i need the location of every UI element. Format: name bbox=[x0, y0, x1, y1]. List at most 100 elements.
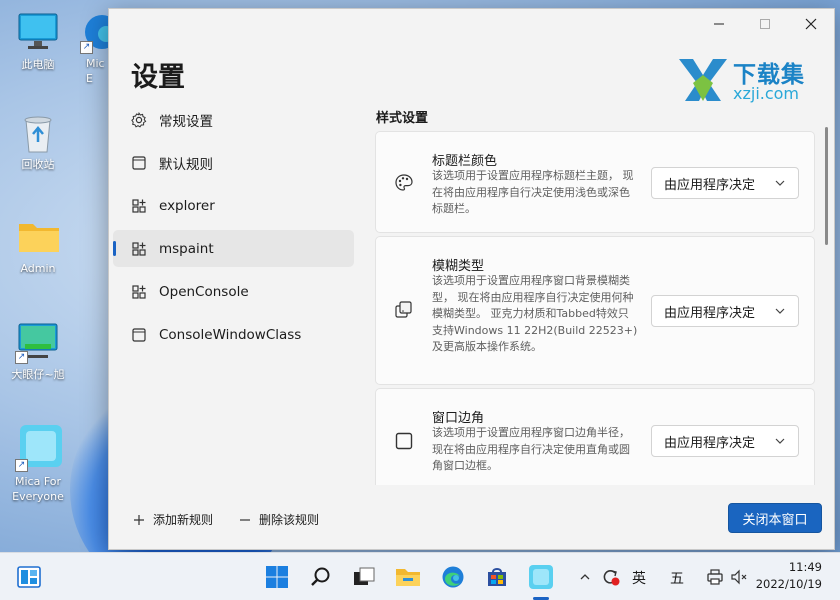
settings-window: 设置 下载集 xzji.com 常规设置 默认规则 explorer mspai… bbox=[108, 8, 835, 550]
setting-title: 模糊类型 bbox=[432, 259, 485, 274]
system-clock[interactable]: 11:49 2022/10/19 bbox=[756, 559, 822, 593]
setting-card-blur-type: 模糊类型 该选项用于设置应用程序窗口背景模糊类型， 现在将由应用程序自行决定使用… bbox=[375, 236, 815, 385]
sidebar-item-label: OpenConsole bbox=[159, 283, 249, 300]
setting-card-titlebar-color: 标题栏颜色 该选项用于设置应用程序标题栏主题， 现在将由应用程序自行决定使用浅色… bbox=[375, 131, 815, 233]
mica-app-icon bbox=[529, 565, 553, 589]
desktop-icon-shortcut-monitor[interactable]: ↗ 大眼仔~旭 bbox=[5, 322, 71, 382]
chevron-up-icon bbox=[580, 574, 590, 580]
close-icon bbox=[805, 18, 817, 30]
section-title: 样式设置 bbox=[376, 111, 429, 126]
shortcut-arrow-icon: ↗ bbox=[15, 459, 28, 472]
ime-mode-indicator[interactable]: 五 bbox=[670, 568, 684, 588]
widgets-button[interactable] bbox=[14, 562, 44, 592]
task-view-button[interactable] bbox=[349, 562, 379, 592]
desktop-icon-label: 回收站 bbox=[21, 158, 55, 171]
desktop-icon-label: Admin bbox=[20, 262, 56, 275]
taskbar: 英 五 11:49 2022/10/19 bbox=[0, 552, 840, 600]
window-caption-buttons bbox=[696, 9, 834, 39]
window-corner-select[interactable]: 由应用程序决定 bbox=[651, 425, 799, 457]
sidebar-item-label: 常规设置 bbox=[159, 113, 213, 130]
page-title: 设置 bbox=[131, 62, 185, 93]
clock-date: 2022/10/19 bbox=[755, 577, 822, 591]
sidebar-item-label: mspaint bbox=[159, 240, 214, 257]
edge-button[interactable] bbox=[438, 562, 468, 592]
store-button[interactable] bbox=[482, 562, 512, 592]
file-explorer-button[interactable] bbox=[393, 562, 423, 592]
sidebar-item-default-rule[interactable]: 默认规则 bbox=[113, 144, 354, 181]
close-window-button[interactable]: 关闭本窗口 bbox=[728, 503, 822, 533]
close-button[interactable] bbox=[788, 9, 834, 39]
folder-icon bbox=[17, 218, 59, 258]
blur-type-select[interactable]: 由应用程序决定 bbox=[651, 295, 799, 327]
desktop-icon-label: Mica For Everyone bbox=[12, 475, 64, 503]
window-icon bbox=[131, 327, 147, 343]
minimize-icon bbox=[714, 23, 724, 25]
corner-square-icon bbox=[393, 430, 415, 452]
volume-button[interactable] bbox=[727, 562, 751, 592]
select-value: 由应用程序决定 bbox=[664, 435, 756, 451]
select-value: 由应用程序决定 bbox=[664, 305, 756, 321]
printer-icon bbox=[707, 569, 723, 585]
rule-actions: 添加新规则 删除该规则 bbox=[133, 511, 319, 528]
desktop-icon-admin[interactable]: Admin bbox=[5, 218, 71, 275]
watermark-logo-icon bbox=[679, 59, 727, 101]
content-scrollbar[interactable] bbox=[825, 127, 828, 245]
sidebar-item-label: explorer bbox=[159, 197, 215, 214]
sidebar-item-general[interactable]: 常规设置 bbox=[113, 101, 354, 138]
desktop-icon-recycle-bin[interactable]: 回收站 bbox=[5, 112, 71, 172]
desktop-icon-label: 大眼仔~旭 bbox=[11, 368, 65, 381]
sidebar-item-mspaint[interactable]: mspaint bbox=[113, 230, 354, 267]
delete-rule-button[interactable]: 删除该规则 bbox=[239, 511, 319, 528]
show-hidden-icons-button[interactable] bbox=[573, 562, 597, 592]
app-icon bbox=[131, 241, 147, 257]
desktop-icon-this-pc[interactable]: 此电脑 bbox=[5, 12, 71, 72]
monitor-icon bbox=[17, 12, 59, 52]
window-icon bbox=[131, 155, 147, 171]
site-watermark: 下载集 xzji.com bbox=[675, 53, 825, 107]
search-button[interactable] bbox=[306, 562, 336, 592]
recycle-bin-icon bbox=[17, 112, 59, 153]
search-icon bbox=[311, 567, 330, 586]
sidebar-item-explorer[interactable]: explorer bbox=[113, 187, 354, 224]
ime-language-indicator[interactable]: 英 bbox=[632, 568, 646, 588]
maximize-button[interactable] bbox=[742, 9, 788, 39]
plus-icon bbox=[134, 514, 144, 525]
shortcut-arrow-icon: ↗ bbox=[80, 41, 93, 54]
desktop-icon-label: 此电脑 bbox=[21, 58, 55, 71]
tray-device-button[interactable] bbox=[704, 562, 726, 592]
setting-title: 标题栏颜色 bbox=[432, 154, 498, 169]
mica-taskbar-button[interactable] bbox=[526, 562, 556, 592]
watermark-url: xzji.com bbox=[733, 84, 800, 103]
windows-logo-icon bbox=[266, 566, 288, 588]
sidebar-item-openconsole[interactable]: OpenConsole bbox=[113, 273, 354, 310]
start-button[interactable] bbox=[262, 562, 292, 592]
setting-title: 窗口边角 bbox=[432, 411, 485, 426]
shortcut-arrow-icon: ↗ bbox=[15, 351, 28, 364]
maximize-icon bbox=[760, 19, 770, 29]
mica-app-icon: ↗ bbox=[15, 422, 62, 472]
speaker-muted-icon bbox=[731, 569, 747, 585]
setting-description: 该选项用于设置应用程序窗口边角半径， 现在将由应用程序自行决定使用直角或圆角窗口… bbox=[432, 426, 630, 472]
edge-icon bbox=[442, 566, 464, 588]
tray-refresh-icon bbox=[603, 570, 620, 586]
settings-content: 样式设置 标题栏颜色 该选项用于设置应用程序标题栏主题， 现在将由应用程序自行决… bbox=[375, 105, 818, 485]
minus-icon bbox=[240, 518, 251, 521]
setting-description: 该选项用于设置应用程序标题栏主题， 现在将由应用程序自行决定使用浅色或深色标题栏… bbox=[432, 169, 634, 215]
minimize-button[interactable] bbox=[696, 9, 742, 39]
tray-app-button[interactable] bbox=[598, 562, 624, 592]
setting-card-window-corner: 窗口边角 该选项用于设置应用程序窗口边角半径， 现在将由应用程序自行决定使用直角… bbox=[375, 388, 815, 485]
add-rule-button[interactable]: 添加新规则 bbox=[133, 511, 213, 528]
sidebar-item-label: 默认规则 bbox=[159, 156, 213, 173]
desktop-icon-mica[interactable]: ↗ Mica For Everyone bbox=[5, 422, 71, 504]
sidebar-item-consolewindowclass[interactable]: ConsoleWindowClass bbox=[113, 316, 354, 353]
blur-layers-icon bbox=[393, 299, 415, 321]
monitor-shortcut-icon: ↗ bbox=[15, 322, 59, 364]
delete-rule-label: 删除该规则 bbox=[259, 513, 320, 527]
chevron-down-icon bbox=[775, 180, 785, 186]
task-view-icon bbox=[354, 567, 375, 585]
palette-icon bbox=[393, 172, 415, 194]
app-icon bbox=[131, 198, 147, 214]
titlebar-color-select[interactable]: 由应用程序决定 bbox=[651, 167, 799, 199]
chevron-down-icon bbox=[775, 308, 785, 314]
gear-icon bbox=[131, 111, 147, 128]
